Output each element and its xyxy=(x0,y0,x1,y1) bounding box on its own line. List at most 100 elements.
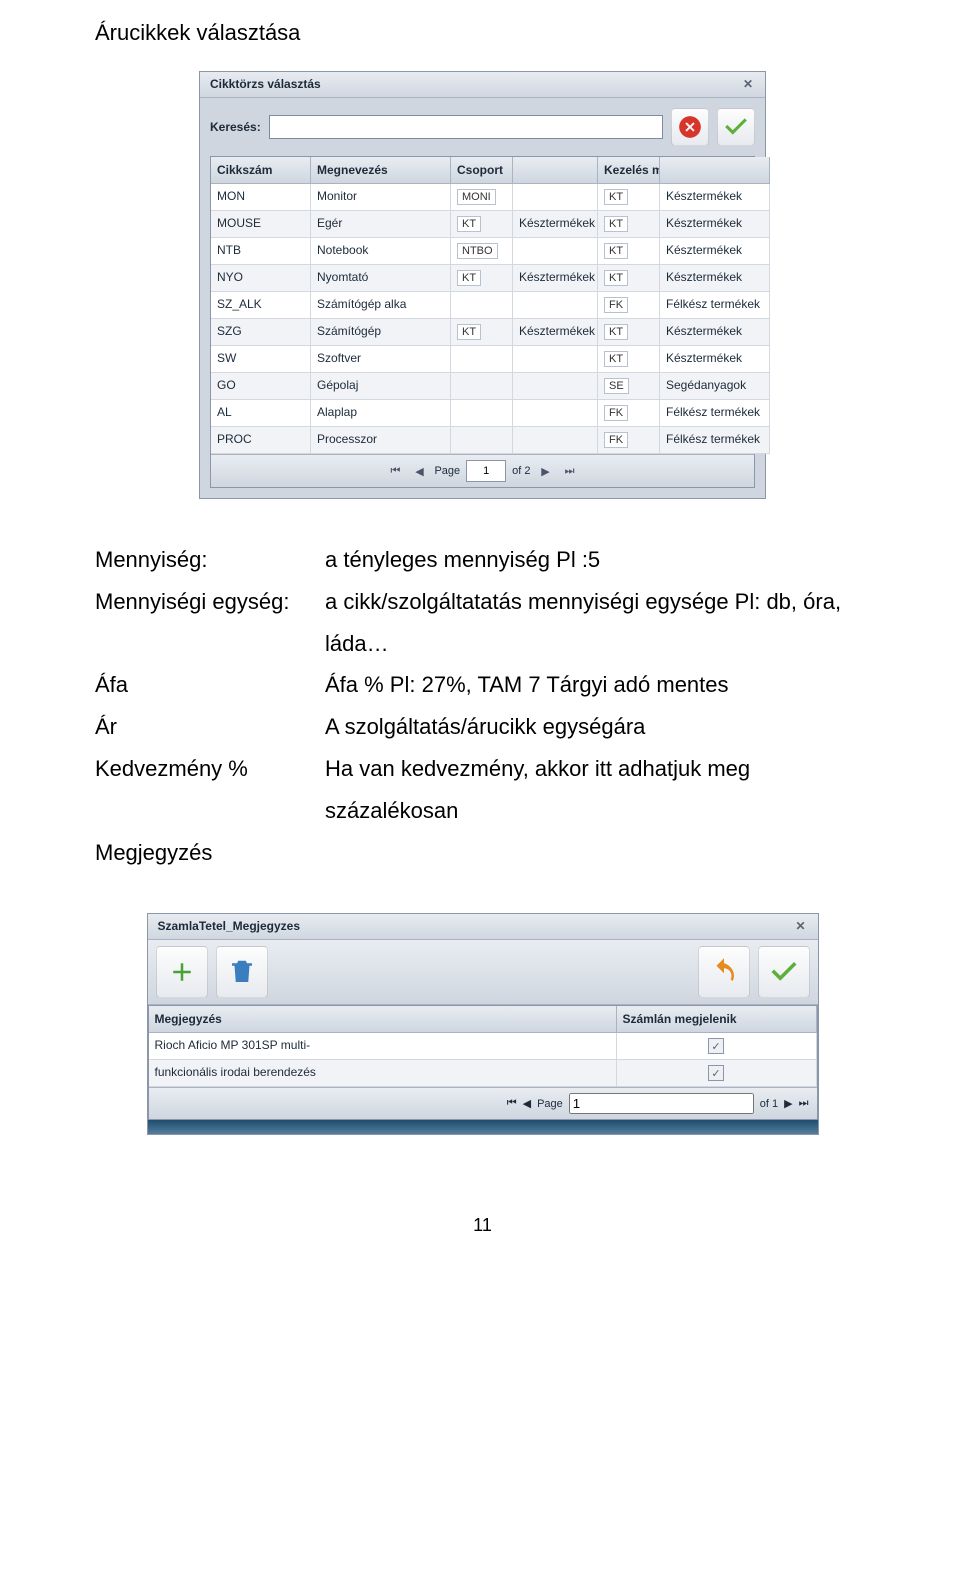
def-value xyxy=(325,832,870,874)
cell-check[interactable]: ✓ xyxy=(617,1033,817,1060)
cell-mode-name: Segédanyagok xyxy=(660,373,770,400)
table-row[interactable]: GOGépolajSESegédanyagok xyxy=(211,373,754,400)
cell-name: Számítógép xyxy=(311,319,451,346)
page-title: Árucikkek választása xyxy=(95,20,870,46)
col-code[interactable]: Cikkszám xyxy=(211,157,311,184)
cell-mode-name: Késztermékek xyxy=(660,238,770,265)
save-button[interactable] xyxy=(758,946,810,998)
pager-page-input[interactable] xyxy=(569,1093,754,1114)
table-row[interactable]: NYONyomtatóKTKésztermékekKTKésztermékek xyxy=(211,265,754,292)
close-icon[interactable]: ✕ xyxy=(794,919,808,933)
cancel-button[interactable] xyxy=(671,108,709,146)
cell-grp-code: KT xyxy=(451,265,513,292)
cell-note[interactable]: funkcionális irodai berendezés xyxy=(149,1060,617,1087)
grid-pager: ⏮ ◀ Page of 2 ▶ ⏭ xyxy=(211,454,754,487)
def-value: a tényleges mennyiség Pl :5 xyxy=(325,539,870,581)
pager-last-icon[interactable]: ⏭ xyxy=(561,462,579,480)
col-group-code[interactable]: Csoport xyxy=(451,157,513,184)
pager-page-input[interactable] xyxy=(466,460,506,482)
cell-name: Egér xyxy=(311,211,451,238)
pager-prev-icon[interactable]: ◀ xyxy=(410,462,428,480)
table-row[interactable]: SZ_ALKSzámítógép alkaFKFélkész termékek xyxy=(211,292,754,319)
table-row[interactable]: PROCProcesszorFKFélkész termékek xyxy=(211,427,754,454)
table-row[interactable]: NTBNotebookNTBOKTKésztermékek xyxy=(211,238,754,265)
search-input[interactable] xyxy=(269,115,663,139)
cell-note[interactable]: Rioch Aficio MP 301SP multi- xyxy=(149,1033,617,1060)
notes-dialog: SzamlaTetel_Megjegyzes ✕ xyxy=(147,913,819,1135)
cell-mode-code: SE xyxy=(598,373,660,400)
cell-grp-name: Késztermékek xyxy=(513,265,598,292)
checkbox-icon[interactable]: ✓ xyxy=(708,1065,724,1081)
col-visible[interactable]: Számlán megjelenik xyxy=(617,1006,817,1033)
cell-grp-code xyxy=(451,346,513,373)
pager-prev-icon[interactable]: ◀ xyxy=(523,1097,531,1110)
cell-grp-code xyxy=(451,292,513,319)
table-row[interactable]: SWSzoftverKTKésztermékek xyxy=(211,346,754,373)
undo-button[interactable] xyxy=(698,946,750,998)
pager-next-icon[interactable]: ▶ xyxy=(784,1097,792,1110)
cell-code: NTB xyxy=(211,238,311,265)
cell-grp-code: NTBO xyxy=(451,238,513,265)
page-number: 11 xyxy=(95,1215,870,1236)
item-select-dialog: Cikktörzs választás ✕ Keresés: Cikkszám … xyxy=(199,71,766,499)
col-name[interactable]: Megnevezés xyxy=(311,157,451,184)
cell-mode-code: KT xyxy=(598,184,660,211)
cell-name: Alaplap xyxy=(311,400,451,427)
def-key: Kedvezmény % xyxy=(95,748,325,832)
cell-check[interactable]: ✓ xyxy=(617,1060,817,1087)
def-value: Áfa % Pl: 27%, TAM 7 Tárgyi adó mentes xyxy=(325,664,870,706)
items-grid: Cikkszám Megnevezés Csoport Kezelés mód … xyxy=(210,156,755,488)
cell-code: SW xyxy=(211,346,311,373)
cell-mode-code: FK xyxy=(598,292,660,319)
cell-code: MON xyxy=(211,184,311,211)
delete-button[interactable] xyxy=(216,946,268,998)
cell-mode-name: Késztermékek xyxy=(660,184,770,211)
pager-of-label: of 1 xyxy=(760,1098,778,1110)
def-value: a cikk/szolgáltatatás mennyiségi egysége… xyxy=(325,581,870,665)
pager-page-label: Page xyxy=(434,465,460,477)
cell-code: AL xyxy=(211,400,311,427)
cell-code: PROC xyxy=(211,427,311,454)
cell-mode-code: KT xyxy=(598,238,660,265)
cell-name: Gépolaj xyxy=(311,373,451,400)
cell-grp-name xyxy=(513,427,598,454)
table-row[interactable]: funkcionális irodai berendezés ✓ xyxy=(149,1060,817,1087)
add-button[interactable] xyxy=(156,946,208,998)
cell-grp-code xyxy=(451,427,513,454)
table-row[interactable]: MONMonitorMONIKTKésztermékek xyxy=(211,184,754,211)
cell-mode-name: Félkész termékek xyxy=(660,427,770,454)
cell-name: Processzor xyxy=(311,427,451,454)
pager-last-icon[interactable]: ⏭ xyxy=(799,1097,809,1110)
col-group-name xyxy=(513,157,598,184)
cell-mode-code: KT xyxy=(598,319,660,346)
col-note[interactable]: Megjegyzés xyxy=(149,1006,617,1033)
def-key: Ár xyxy=(95,706,325,748)
cell-mode-code: FK xyxy=(598,427,660,454)
col-mode-code[interactable]: Kezelés mód xyxy=(598,157,660,184)
table-row[interactable]: ALAlaplapFKFélkész termékek xyxy=(211,400,754,427)
pager-of-label: of 2 xyxy=(512,465,530,477)
cell-grp-name xyxy=(513,292,598,319)
notes-pager: ⏮ ◀ Page of 1 ▶ ⏭ xyxy=(149,1087,817,1119)
cell-grp-code xyxy=(451,373,513,400)
cell-mode-name: Félkész termékek xyxy=(660,292,770,319)
checkbox-icon[interactable]: ✓ xyxy=(708,1038,724,1054)
cell-mode-code: KT xyxy=(598,211,660,238)
confirm-button[interactable] xyxy=(717,108,755,146)
dialog-title: Cikktörzs választás xyxy=(210,77,321,91)
close-icon[interactable]: ✕ xyxy=(741,77,755,91)
pager-first-icon[interactable]: ⏮ xyxy=(507,1097,517,1110)
table-row[interactable]: MOUSEEgérKTKésztermékekKTKésztermékek xyxy=(211,211,754,238)
table-row[interactable]: SZGSzámítógépKTKésztermékekKTKészterméke… xyxy=(211,319,754,346)
table-row[interactable]: Rioch Aficio MP 301SP multi- ✓ xyxy=(149,1033,817,1060)
pager-next-icon[interactable]: ▶ xyxy=(537,462,555,480)
cell-mode-code: FK xyxy=(598,400,660,427)
cell-mode-name: Késztermékek xyxy=(660,211,770,238)
cell-grp-name xyxy=(513,346,598,373)
cell-grp-name: Késztermékek xyxy=(513,319,598,346)
cell-grp-name xyxy=(513,238,598,265)
pager-first-icon[interactable]: ⏮ xyxy=(386,462,404,480)
cell-grp-name xyxy=(513,373,598,400)
cell-code: SZG xyxy=(211,319,311,346)
cell-mode-name: Késztermékek xyxy=(660,319,770,346)
